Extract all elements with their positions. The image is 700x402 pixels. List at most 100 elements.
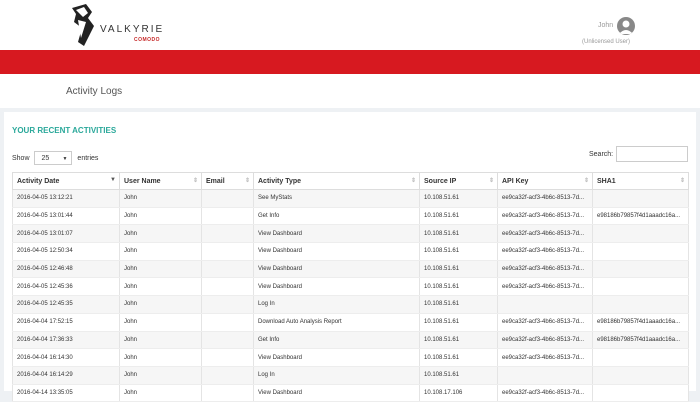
sort-icon: ⇕ (679, 178, 685, 184)
table-cell: 2016-04-05 13:12:21 (12, 189, 120, 208)
table-cell (201, 277, 254, 297)
sort-icon: ⇕ (410, 178, 416, 184)
table-cell: 10.108.51.61 (419, 348, 498, 367)
table-cell: ee9ca32f-acf3-4b6c-8513-7d... (497, 207, 593, 226)
entries-control: Show 25 ▼ entries (12, 151, 98, 165)
table-cell: e98186b79857f4d1aaadc16a... (592, 207, 689, 226)
table-cell: 10.108.51.61 (419, 242, 498, 261)
table-cell: 10.108.51.61 (419, 295, 498, 314)
table-cell: 10.108.51.61 (419, 366, 498, 385)
column-header[interactable]: Email ⇕ (201, 172, 254, 190)
column-header[interactable]: Activity Type ⇕ (253, 172, 420, 190)
table-cell (592, 242, 689, 261)
column-header-label: SHA1 (597, 177, 616, 185)
table-cell (201, 384, 254, 402)
table-cell: 2016-04-05 12:50:34 (12, 242, 120, 261)
table-cell (592, 260, 689, 279)
table-cell (592, 384, 689, 402)
table-cell: John (119, 366, 202, 385)
table-cell: ee9ca32f-acf3-4b6c-8513-7d... (497, 348, 593, 367)
table-cell: ee9ca32f-acf3-4b6c-8513-7d... (497, 189, 593, 208)
table-cell (497, 295, 593, 314)
table-cell: View Dashboard (253, 348, 420, 367)
table-cell (592, 277, 689, 297)
user-status: (Unlicensed User) (582, 39, 631, 45)
table-row[interactable]: 2016-04-05 12:46:48 John View Dashboard 10.… (12, 260, 689, 279)
table-cell: 10.108.51.61 (419, 260, 498, 279)
table-cell: ee9ca32f-acf3-4b6c-8513-7d... (497, 277, 593, 297)
table-cell: 10.108.51.61 (419, 313, 498, 332)
table-row[interactable]: 2016-04-04 16:14:29 John Log In 10.108.51.6… (12, 366, 689, 385)
table-cell: 10.108.51.61 (419, 224, 498, 244)
table-cell: John (119, 348, 202, 367)
column-header[interactable]: API Key ⇕ (497, 172, 593, 190)
activities-panel: YOUR RECENT ACTIVITIES Show 25 ▼ entries… (4, 112, 696, 402)
table-row[interactable]: 2016-04-14 13:35:05 John View Dashboard 10.… (12, 384, 689, 402)
column-header[interactable]: SHA1 ⇕ (592, 172, 689, 190)
table-cell (201, 242, 254, 261)
table-cell (201, 207, 254, 226)
table-cell: View Dashboard (253, 260, 420, 279)
table-cell (201, 295, 254, 314)
table-cell: 2016-04-05 12:45:36 (12, 277, 120, 297)
table-row[interactable]: 2016-04-05 12:50:34 John View Dashboard 10.… (12, 242, 689, 261)
entries-select[interactable]: 25 ▼ (34, 151, 73, 165)
column-header-label: Source IP (424, 177, 457, 185)
table-cell: John (119, 384, 202, 402)
user-name[interactable]: John (598, 22, 613, 29)
table-cell: 2016-04-04 17:52:15 (12, 313, 120, 332)
table-cell (592, 366, 689, 385)
table-cell (592, 295, 689, 314)
table-cell (592, 189, 689, 208)
table-cell: ee9ca32f-acf3-4b6c-8513-7d... (497, 224, 593, 244)
table-cell (201, 224, 254, 244)
table-cell: Get Info (253, 331, 420, 350)
table-cell: ee9ca32f-acf3-4b6c-8513-7d... (497, 313, 593, 332)
sort-desc-icon: ▼ (110, 177, 116, 183)
column-header[interactable]: Source IP ⇕ (419, 172, 498, 190)
table-cell (497, 366, 593, 385)
table-cell: Log In (253, 295, 420, 314)
table-cell: 10.108.17.106 (419, 384, 498, 402)
table-cell: John (119, 242, 202, 261)
sort-icon: ⇕ (488, 178, 494, 184)
sort-icon: ⇕ (192, 178, 198, 184)
table-cell: e98186b79857f4d1aaadc16a... (592, 313, 689, 332)
page-header: Activity Logs (0, 74, 700, 108)
table-cell: 2016-04-04 16:14:29 (12, 366, 120, 385)
search-input[interactable] (616, 146, 688, 162)
table-cell: 2016-04-14 13:35:05 (12, 384, 120, 402)
table-cell: ee9ca32f-acf3-4b6c-8513-7d... (497, 260, 593, 279)
page-title: Activity Logs (66, 86, 123, 97)
table-cell: Download Auto Analysis Report (253, 313, 420, 332)
table-cell: e98186b79857f4d1aaadc16a... (592, 331, 689, 350)
entries-value: 25 (41, 155, 50, 162)
table-row[interactable]: 2016-04-04 17:52:15 John Download Auto Ana… (12, 313, 689, 332)
table-row[interactable]: 2016-04-05 12:45:35 John Log In 10.108.51.6… (12, 295, 689, 314)
table-row[interactable]: 2016-04-05 13:01:44 John Get Info 10.108.51… (12, 207, 689, 226)
table-cell: 10.108.51.61 (419, 189, 498, 208)
activity-table: Activity Date ▼ User Name ⇕ Email ⇕ Activity T… (12, 172, 689, 402)
table-cell: View Dashboard (253, 384, 420, 402)
table-cell: 2016-04-05 13:01:44 (12, 207, 120, 226)
column-header-label: API Key (502, 177, 529, 185)
column-header[interactable]: Activity Date ▼ (12, 172, 120, 190)
table-cell: John (119, 260, 202, 279)
table-row[interactable]: 2016-04-04 17:36:33 John Get Info 10.108.51… (12, 331, 689, 350)
table-row[interactable]: 2016-04-04 16:14:30 John View Dashboard 10.… (12, 348, 689, 367)
table-cell (592, 348, 689, 367)
table-cell: View Dashboard (253, 224, 420, 244)
column-header-label: Activity Type (258, 177, 302, 185)
table-cell: 2016-04-05 12:46:48 (12, 260, 120, 279)
table-cell (201, 260, 254, 279)
table-row[interactable]: 2016-04-05 12:45:36 John View Dashboard 10.… (12, 277, 689, 297)
panel-title: YOUR RECENT ACTIVITIES (12, 126, 117, 135)
table-row[interactable]: 2016-04-05 13:12:21 John See MyStats 10.108… (12, 189, 689, 208)
table-cell: 2016-04-04 17:36:33 (12, 331, 120, 350)
table-cell: View Dashboard (253, 242, 420, 261)
table-row[interactable]: 2016-04-05 13:01:07 John View Dashboard 10.… (12, 224, 689, 244)
table-cell: 10.108.51.61 (419, 277, 498, 297)
column-header[interactable]: User Name ⇕ (119, 172, 202, 190)
avatar-icon[interactable] (617, 17, 635, 35)
table-cell: View Dashboard (253, 277, 420, 297)
